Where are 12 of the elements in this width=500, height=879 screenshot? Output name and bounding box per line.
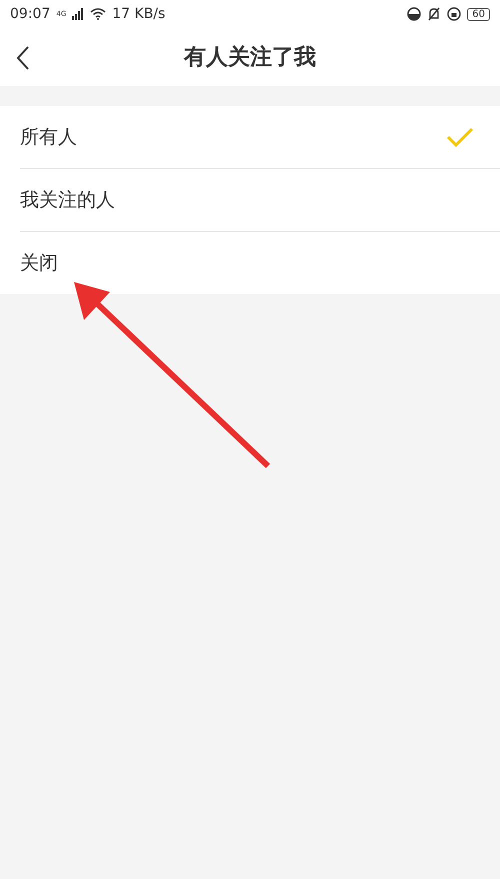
battery-indicator: 60	[467, 8, 490, 20]
option-row[interactable]: 所有人	[20, 106, 500, 169]
half-circle-icon	[407, 7, 422, 21]
option-row[interactable]: 我关注的人	[20, 169, 500, 232]
bell-off-icon	[427, 7, 442, 21]
wifi-icon	[90, 8, 106, 20]
page-title: 有人关注了我	[184, 44, 316, 72]
signal-icon	[72, 8, 84, 20]
lock-icon	[447, 7, 462, 21]
network-speed: 17 KB/s	[112, 6, 166, 22]
option-row[interactable]: 关闭	[20, 232, 500, 294]
clock: 09:07	[10, 6, 50, 22]
